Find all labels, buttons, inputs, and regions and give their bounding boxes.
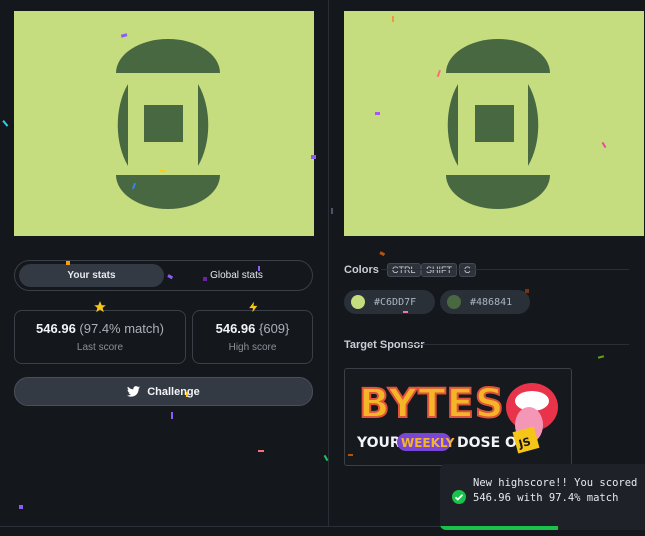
lightning-icon — [243, 300, 263, 317]
tab-global-stats[interactable]: Global stats — [165, 264, 308, 287]
sponsor-divider — [409, 344, 629, 345]
target-center-square — [475, 105, 514, 142]
challenge-label: Challenge — [147, 385, 200, 398]
bytes-logo: BYTES YOUR WEEKLY DOSE OF JS — [356, 380, 558, 454]
last-score-value: 546.96 (97.4% match) — [36, 321, 164, 336]
last-score-label: Last score — [76, 342, 124, 353]
shortcut-key-shift: SHIFT — [421, 263, 457, 277]
star-icon — [90, 300, 110, 317]
right-panel: Colors CTRL SHIFT C #C6DD7F #486841 Targ… — [329, 0, 645, 526]
color-swatch — [351, 295, 365, 309]
highscore-toast[interactable]: New highscore!! You scored 546.96 with 9… — [440, 464, 645, 530]
output-canvas — [14, 11, 314, 236]
challenge-button[interactable]: Challenge — [14, 377, 313, 406]
color-chip-foreground[interactable]: #486841 — [440, 290, 530, 314]
colors-divider — [381, 269, 629, 270]
sponsor-banner[interactable]: BYTES YOUR WEEKLY DOSE OF JS — [344, 368, 572, 466]
logo-tagline-your: YOUR — [356, 435, 401, 451]
last-score-card: 546.96 (97.4% match) Last score — [14, 310, 186, 364]
shortcut-key-ctrl: CTRL — [387, 263, 421, 277]
target-canvas — [344, 11, 644, 236]
center-square — [144, 105, 183, 142]
left-panel: Your stats Global stats 546.96 (97.4% ma… — [0, 0, 328, 526]
color-hex: #486841 — [470, 296, 513, 308]
high-score-number: 546.96 — [215, 321, 256, 336]
last-score-match: (97.4% match) — [79, 321, 164, 336]
high-score-label: High score — [228, 342, 277, 353]
logo-word: BYTES — [359, 381, 505, 427]
high-score-value: 546.96 {609} — [216, 321, 290, 336]
check-circle-icon — [452, 490, 466, 504]
tab-your-stats[interactable]: Your stats — [19, 264, 164, 287]
shortcut-key-c: C — [459, 263, 476, 277]
stats-tabs: Your stats Global stats — [14, 260, 313, 291]
toast-message: New highscore!! You scored 546.96 with 9… — [473, 477, 638, 504]
high-score-card: 546.96 {609} High score — [192, 310, 313, 364]
toast-progress-bar — [440, 526, 558, 530]
high-score-rank: {609} — [259, 321, 290, 336]
sponsor-title: Target Sponsor — [344, 339, 425, 351]
color-chip-background[interactable]: #C6DD7F — [344, 290, 435, 314]
last-score-number: 546.96 — [36, 321, 76, 336]
twitter-icon — [127, 386, 141, 397]
color-hex: #C6DD7F — [374, 296, 417, 308]
colors-title: Colors — [344, 264, 379, 276]
logo-tagline-weekly: WEEKLY — [401, 436, 455, 450]
color-swatch — [447, 295, 461, 309]
